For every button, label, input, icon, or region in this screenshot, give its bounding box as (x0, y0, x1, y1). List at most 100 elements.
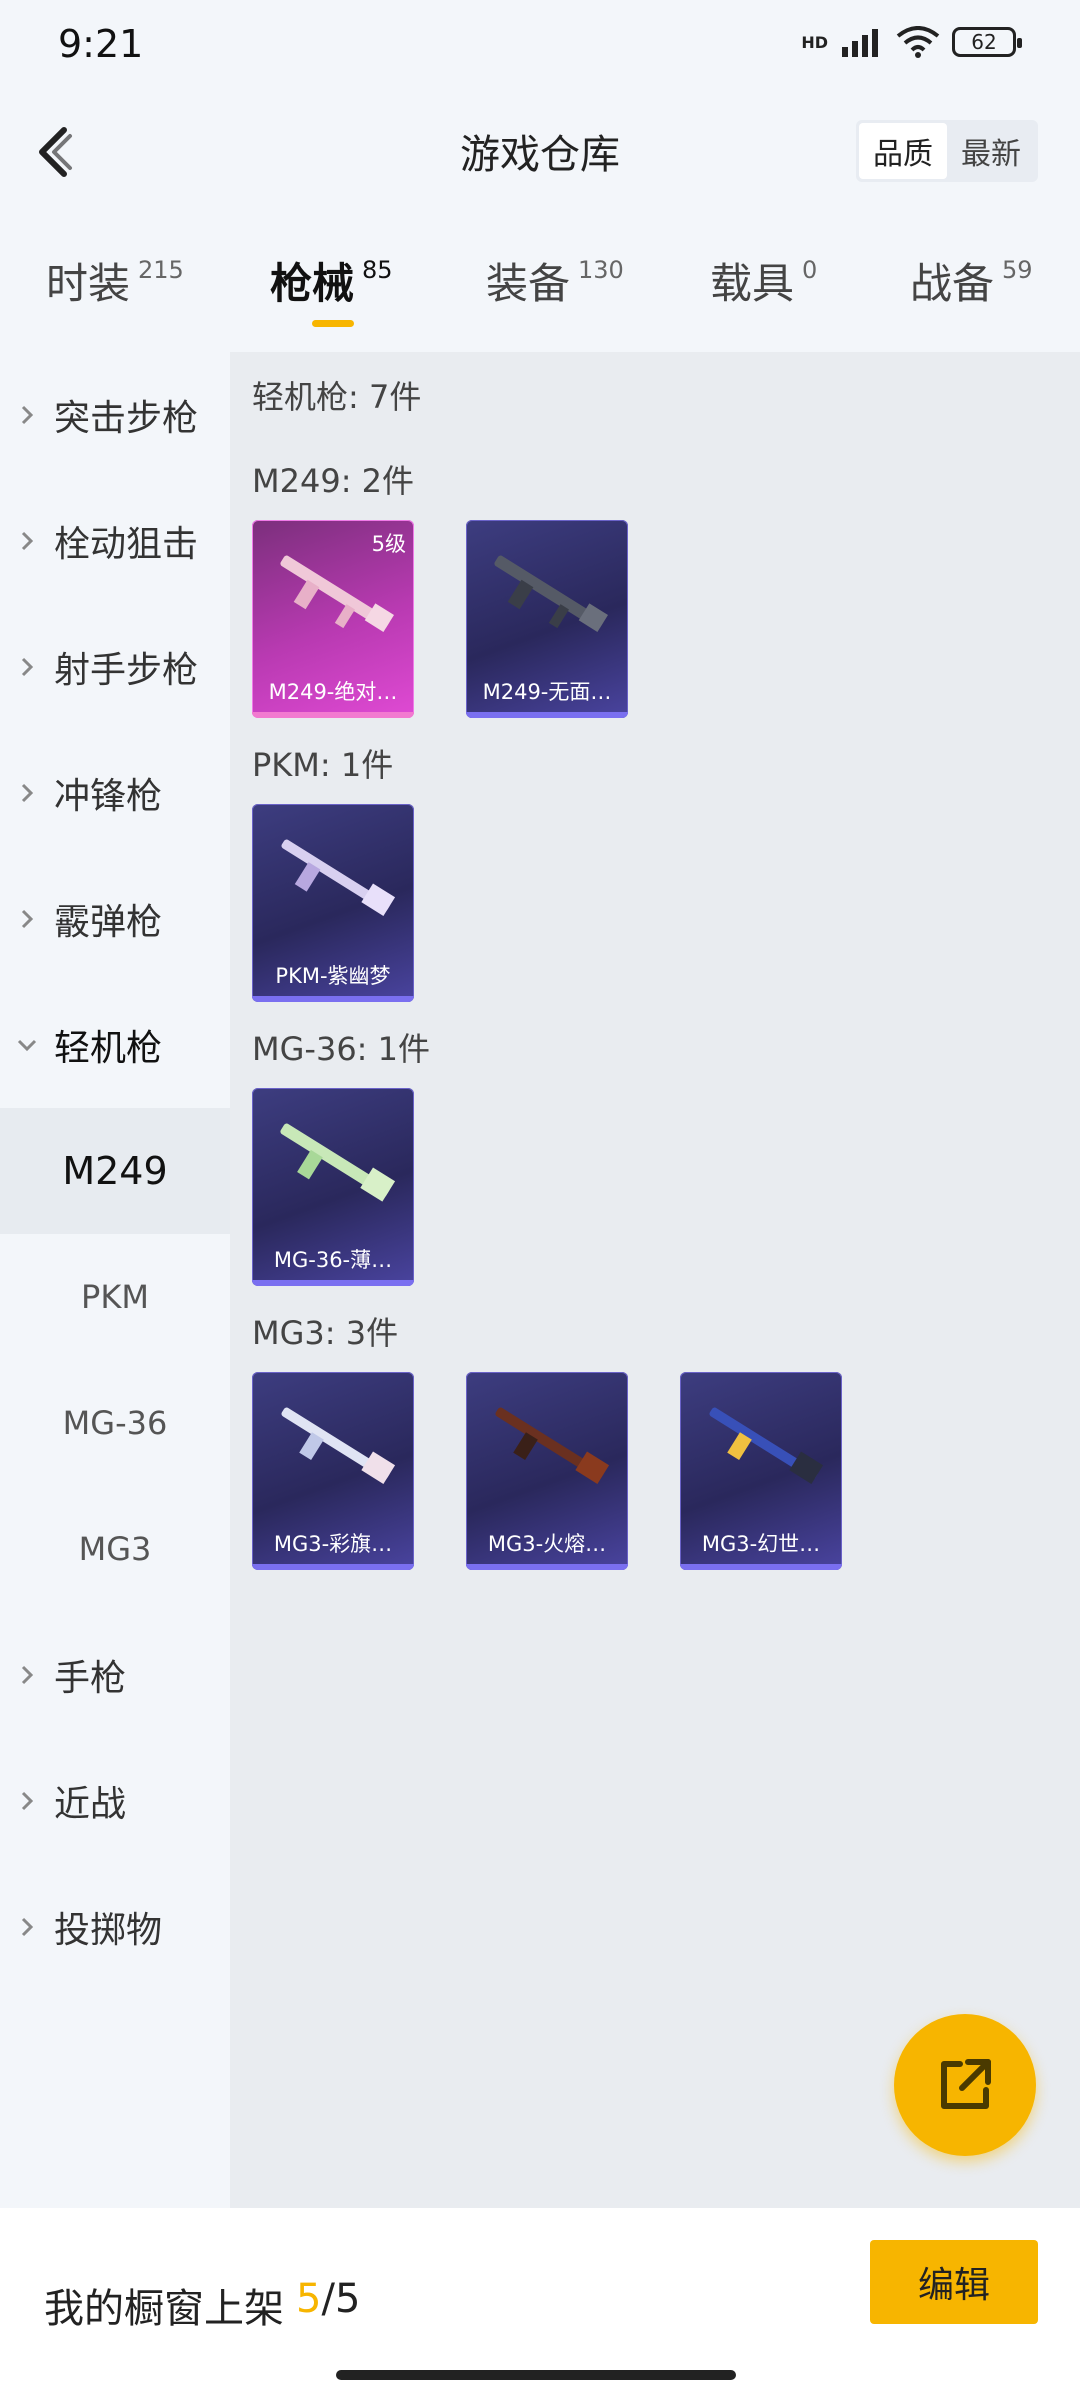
item-name: MG3-幻世… (701, 1532, 821, 1556)
level-badge: 5级 (371, 532, 406, 556)
sidebar-item-label: 射手步枪 (54, 650, 199, 691)
wifi-icon (896, 26, 940, 58)
group-title: MG3: 3件 (252, 1314, 399, 1352)
item-name: MG3-彩旗… (273, 1532, 393, 1556)
chevron-right-icon (0, 1915, 54, 1939)
showcase-label: 我的橱窗上架 (44, 2286, 284, 2332)
quality-strip (680, 1564, 842, 1570)
sidebar-sub-mg36[interactable]: MG-36 (0, 1360, 230, 1486)
sidebar-item-melee[interactable]: 近战 (0, 1738, 230, 1864)
sidebar-sub-mg3[interactable]: MG3 (0, 1486, 230, 1612)
share-button[interactable] (894, 2014, 1036, 2156)
sidebar-item-label: 霰弹枪 (54, 902, 163, 943)
item-card[interactable]: MG3-火熔… (466, 1372, 628, 1570)
tab-count: 215 (138, 256, 184, 284)
sidebar-item-marksman-rifle[interactable]: 射手步枪 (0, 604, 230, 730)
chevron-right-icon (0, 781, 54, 805)
tab-count: 59 (1002, 256, 1033, 284)
chevron-right-icon (0, 655, 54, 679)
home-indicator[interactable] (336, 2370, 736, 2380)
item-name: M249-绝对… (268, 680, 398, 704)
item-card[interactable]: MG3-彩旗… (252, 1372, 414, 1570)
weapon-image (709, 1407, 824, 1484)
tab-label: 枪械 (270, 259, 355, 308)
weapon-image (495, 1407, 610, 1484)
weapon-image (281, 1407, 396, 1484)
sidebar-item-label: 突击步枪 (54, 398, 199, 439)
item-name: MG-36-薄… (273, 1248, 393, 1272)
showcase-total-count: 5 (334, 2276, 361, 2322)
quality-strip (466, 1564, 628, 1570)
share-icon (941, 2059, 991, 2109)
status-icons: HD 62 (801, 26, 1022, 58)
sidebar-item-label: 近战 (54, 1784, 127, 1825)
tab-fashion[interactable]: 时装 215 (46, 250, 184, 311)
sidebar-item-label: 栓动狙击 (54, 524, 199, 565)
sidebar-item-throwable[interactable]: 投掷物 (0, 1864, 230, 1990)
chevron-right-icon (0, 1663, 54, 1687)
group-title: M249: 2件 (252, 462, 415, 500)
item-name: MG3-火熔… (487, 1532, 607, 1556)
quality-strip (252, 996, 414, 1002)
header: 游戏仓库 品质 最新 (0, 90, 1080, 210)
category-tabs: 时装 215 枪械 85 装备 130 载具 0 战备 59 (0, 250, 1080, 330)
item-card[interactable]: 5级 M249-绝对… (252, 520, 414, 718)
weapon-image (494, 555, 608, 632)
item-name: M249-无面… (482, 680, 612, 704)
sidebar-item-lmg[interactable]: 轻机枪 (0, 982, 230, 1108)
item-name: PKM-紫幽梦 (275, 964, 391, 988)
tab-equipment[interactable]: 装备 130 (486, 250, 624, 311)
tab-label: 载具 (710, 259, 795, 308)
group-title: MG-36: 1件 (252, 1030, 430, 1068)
chevron-right-icon (0, 403, 54, 427)
quality-strip (252, 712, 414, 718)
chevron-right-icon (0, 907, 54, 931)
group-title: PKM: 1件 (252, 746, 394, 784)
tab-count: 130 (578, 256, 624, 284)
status-time: 9:21 (58, 22, 144, 66)
tab-vehicles[interactable]: 载具 0 (710, 250, 817, 311)
quality-strip (252, 1564, 414, 1570)
bottom-bar: 我的橱窗上架 5 / 5 编辑 (0, 2208, 1080, 2400)
showcase-current-count: 5 (296, 2276, 322, 2322)
item-card[interactable]: PKM-紫幽梦 (252, 804, 414, 1002)
tab-label: 战备 (910, 259, 995, 308)
status-bar: 9:21 HD 62 (0, 0, 1080, 90)
sidebar-sub-pkm[interactable]: PKM (0, 1234, 230, 1360)
item-card[interactable]: MG3-幻世… (680, 1372, 842, 1570)
sidebar-item-assault-rifle[interactable]: 突击步枪 (0, 352, 230, 478)
tab-count: 85 (362, 256, 393, 284)
signal-icon (842, 29, 878, 57)
sidebar-item-smg[interactable]: 冲锋枪 (0, 730, 230, 856)
tab-label: 装备 (486, 259, 571, 308)
sidebar-item-label: 冲锋枪 (54, 776, 163, 817)
chevron-right-icon (0, 1789, 54, 1813)
tab-battle-supplies[interactable]: 战备 59 (910, 250, 1033, 311)
sort-toggle: 品质 最新 (856, 120, 1038, 182)
sidebar-item-label: 投掷物 (54, 1910, 163, 1951)
sort-latest-button[interactable]: 最新 (947, 123, 1035, 179)
sidebar-item-label: 轻机枪 (54, 1028, 163, 1069)
sort-quality-button[interactable]: 品质 (859, 123, 947, 179)
active-tab-indicator (312, 320, 354, 327)
weapon-image (280, 1123, 396, 1202)
sidebar-item-pistol[interactable]: 手枪 (0, 1612, 230, 1738)
battery-level: 62 (971, 30, 997, 54)
battery-icon: 62 (952, 27, 1022, 57)
item-card[interactable]: MG-36-薄… (252, 1088, 414, 1286)
showcase-separator: / (321, 2276, 335, 2322)
item-grid: 轻机枪: 7件 M249: 2件 5级 M249-绝对… M249-无面… PK… (230, 352, 1080, 2208)
tab-guns[interactable]: 枪械 85 (270, 250, 393, 311)
tab-count: 0 (802, 256, 818, 284)
edit-button[interactable]: 编辑 (870, 2240, 1038, 2324)
sidebar-item-label: 手枪 (54, 1658, 127, 1699)
sidebar-item-shotgun[interactable]: 霰弹枪 (0, 856, 230, 982)
showcase-status: 我的橱窗上架 5 / 5 (44, 2276, 360, 2334)
sidebar: 突击步枪 栓动狙击 射手步枪 冲锋枪 霰弹枪 轻机枪 M249 PKM MG-3… (0, 352, 230, 2208)
sidebar-sub-m249[interactable]: M249 (0, 1108, 230, 1234)
sidebar-item-bolt-sniper[interactable]: 栓动狙击 (0, 478, 230, 604)
hd-label: HD (801, 32, 828, 52)
item-card[interactable]: M249-无面… (466, 520, 628, 718)
tab-label: 时装 (46, 259, 131, 308)
chevron-down-icon (0, 1036, 54, 1054)
